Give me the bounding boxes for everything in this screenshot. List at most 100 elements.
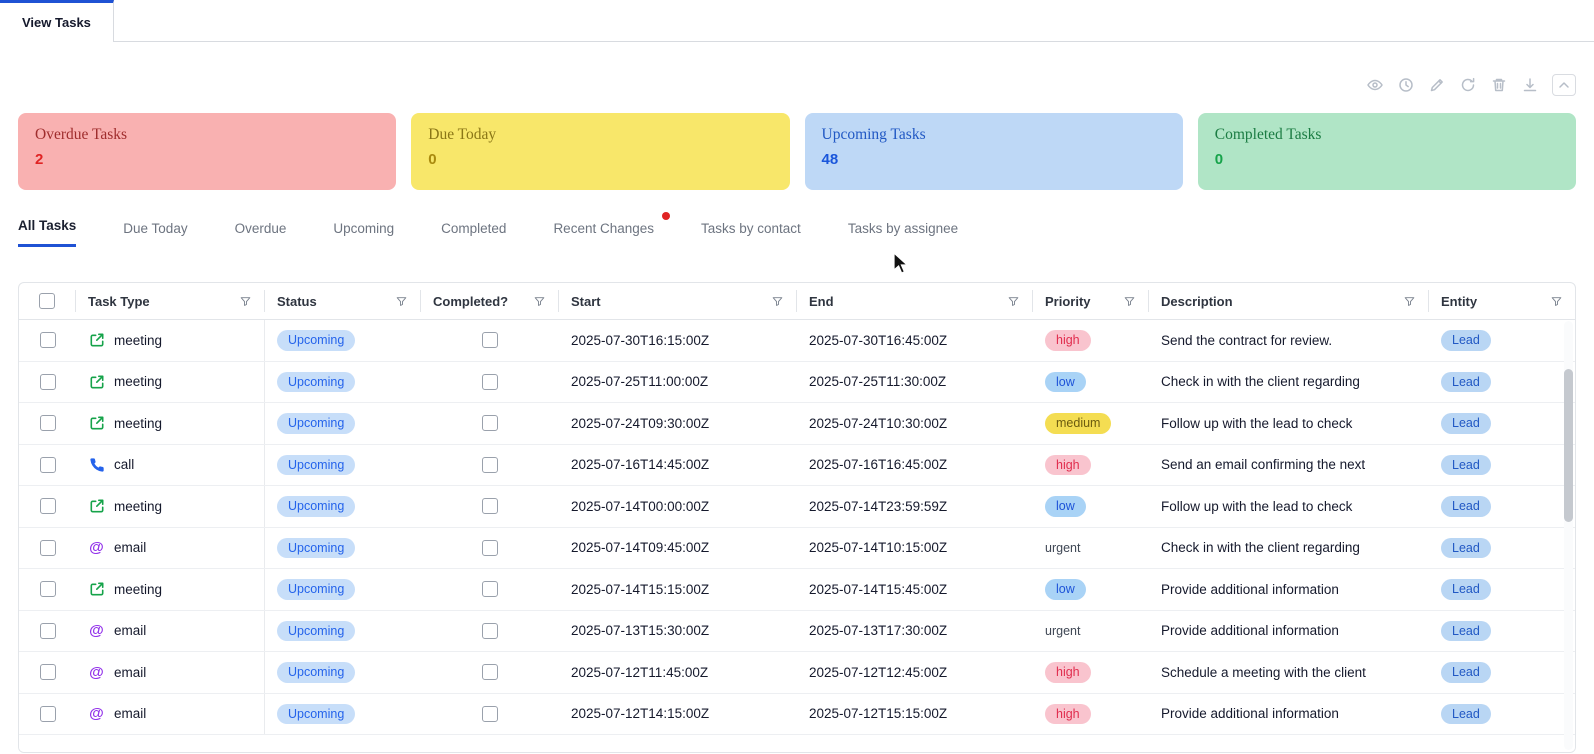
priority-badge: high [1045, 703, 1091, 724]
trash-icon[interactable] [1490, 76, 1508, 94]
completed-checkbox[interactable] [482, 498, 498, 515]
table-row[interactable]: meeting Upcoming 2025-07-25T11:00:00Z 2025-… [19, 361, 1575, 403]
column-header-end: End [797, 290, 1033, 312]
collapse-icon[interactable] [1552, 74, 1576, 96]
tab-completed[interactable]: Completed [441, 221, 506, 247]
column-label: Entity [1441, 293, 1478, 309]
column-header-description: Description [1149, 290, 1429, 312]
table-row[interactable]: @ email Upcoming 2025-07-12T14:15:00Z 2025-0… [19, 693, 1575, 735]
refresh-icon[interactable] [1459, 76, 1477, 94]
table-row[interactable]: @ email Upcoming 2025-07-12T11:45:00Z 2025-0… [19, 652, 1575, 694]
tab-recent-changes[interactable]: Recent Changes [553, 212, 671, 247]
row-checkbox[interactable] [39, 664, 56, 681]
priority-badge: high [1045, 454, 1091, 475]
filter-icon[interactable] [533, 295, 546, 308]
status-badge: Upcoming [277, 620, 356, 641]
task-type-label: meeting [114, 581, 163, 597]
task-type-label: email [114, 540, 147, 556]
priority-label: urgent [1045, 541, 1081, 556]
completed-checkbox[interactable] [482, 664, 498, 681]
filter-icon[interactable] [1550, 295, 1563, 308]
entity-badge: Lead [1441, 454, 1491, 475]
tab-overdue[interactable]: Overdue [235, 221, 287, 247]
description-text: Follow up with the lead to check [1161, 498, 1353, 514]
table-row[interactable]: meeting Upcoming 2025-07-14T00:00:00Z 2025-… [19, 486, 1575, 528]
vertical-scrollbar[interactable] [1564, 321, 1573, 750]
email-icon: @ [89, 705, 104, 723]
completed-checkbox[interactable] [482, 539, 498, 556]
status-badge: Upcoming [277, 454, 356, 475]
filter-icon[interactable] [395, 295, 408, 308]
row-checkbox[interactable] [39, 539, 56, 556]
meeting-icon [88, 581, 105, 597]
table-row[interactable]: meeting Upcoming 2025-07-14T15:15:00Z 2025-… [19, 569, 1575, 611]
table-row[interactable]: meeting Upcoming 2025-07-24T09:30:00Z 2025-… [19, 403, 1575, 445]
table-row[interactable] [19, 735, 1575, 752]
notification-dot [662, 212, 671, 220]
filter-icon[interactable] [1123, 295, 1136, 308]
summary-card-overdue: Overdue Tasks 2 [18, 113, 397, 190]
tab-due-today[interactable]: Due Today [123, 221, 187, 247]
row-checkbox[interactable] [39, 456, 56, 473]
select-all-checkbox[interactable] [39, 293, 55, 309]
row-checkbox[interactable] [39, 498, 56, 515]
download-icon[interactable] [1521, 76, 1539, 94]
task-type-label: email [114, 623, 147, 639]
tab-tasks-by-contact[interactable]: Tasks by contact [701, 221, 801, 247]
email-icon: @ [89, 663, 104, 681]
filter-icon[interactable] [771, 295, 784, 308]
card-value: 2 [35, 151, 44, 168]
column-label: Description [1161, 293, 1233, 309]
completed-checkbox[interactable] [482, 415, 498, 432]
table-row[interactable]: call Upcoming 2025-07-16T14:45:00Z 2025-07-… [19, 444, 1575, 486]
filter-icon[interactable] [1007, 295, 1020, 308]
column-header-completed: Completed? [421, 290, 559, 312]
card-value: 0 [428, 151, 437, 168]
window-tab-bar: View Tasks [0, 0, 1594, 42]
column-label: Task Type [88, 293, 150, 309]
filter-icon[interactable] [1403, 295, 1416, 308]
start-time: 2025-07-12T11:45:00Z [571, 664, 709, 680]
completed-checkbox[interactable] [482, 581, 498, 598]
description-text: Send an email confirming the next [1161, 457, 1366, 473]
task-type-label: meeting [114, 415, 163, 431]
clock-icon[interactable] [1397, 76, 1415, 94]
row-checkbox[interactable] [39, 415, 56, 432]
card-title: Upcoming Tasks [821, 126, 926, 143]
task-type-label: meeting [114, 498, 163, 514]
page-content: Overdue Tasks 2 Due Today 0 Upcoming Tasks 48… [0, 72, 1594, 753]
summary-card-upcoming: Upcoming Tasks 48 [804, 113, 1183, 190]
completed-checkbox[interactable] [482, 705, 498, 722]
column-label: End [809, 293, 834, 309]
start-time: 2025-07-24T09:30:00Z [571, 415, 710, 431]
table-row[interactable]: @ email Upcoming 2025-07-14T09:45:00Z 2025-0… [19, 527, 1575, 569]
filter-icon[interactable] [239, 295, 252, 308]
scrollbar-thumb[interactable] [1564, 369, 1573, 522]
tab-tasks-by-assignee[interactable]: Tasks by assignee [848, 221, 958, 247]
row-checkbox[interactable] [39, 581, 56, 598]
row-checkbox[interactable] [39, 332, 56, 349]
card-value: 48 [821, 151, 839, 168]
status-badge: Upcoming [277, 371, 356, 392]
completed-checkbox[interactable] [482, 332, 498, 349]
entity-badge: Lead [1441, 413, 1491, 434]
card-value: 0 [1214, 151, 1224, 168]
table-row[interactable]: @ email Upcoming 2025-07-13T15:30:00Z 2025-0… [19, 610, 1575, 652]
header-select-all [19, 290, 76, 312]
table-row[interactable]: meeting Upcoming 2025-07-30T16:15:00Z 2025-… [19, 320, 1575, 362]
edit-icon[interactable] [1428, 76, 1446, 94]
tab-label: Overdue [234, 221, 287, 236]
completed-checkbox[interactable] [482, 456, 498, 473]
tab-upcoming[interactable]: Upcoming [333, 221, 394, 247]
row-checkbox[interactable] [39, 705, 56, 722]
tab-all-tasks[interactable]: All Tasks [18, 218, 77, 247]
start-time: 2025-07-12T14:15:00Z [571, 706, 710, 722]
tasks-table: Task Type Status Completed? Start End Priorit… [18, 282, 1576, 753]
row-checkbox[interactable] [39, 622, 56, 639]
completed-checkbox[interactable] [482, 373, 498, 390]
row-checkbox[interactable] [39, 373, 56, 390]
view-tasks-tab[interactable]: View Tasks [0, 0, 114, 42]
eye-icon[interactable] [1366, 76, 1384, 94]
completed-checkbox[interactable] [482, 622, 498, 639]
column-label: Priority [1045, 293, 1091, 309]
